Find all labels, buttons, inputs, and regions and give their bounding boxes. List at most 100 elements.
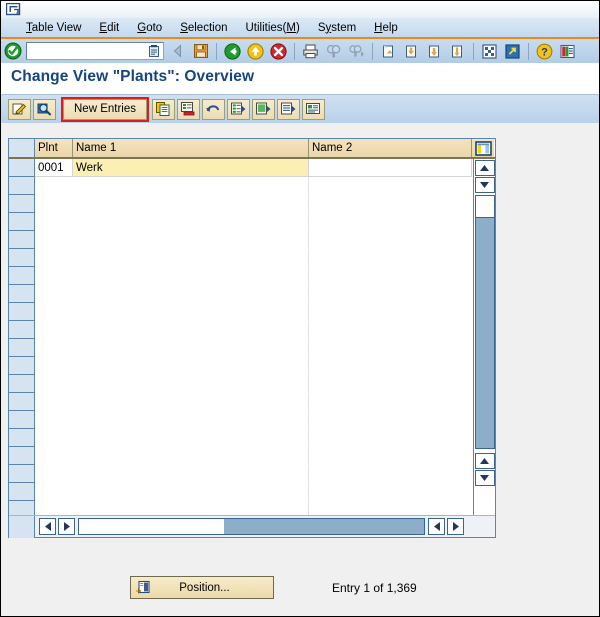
deselect-all-icon[interactable]: [252, 98, 275, 120]
row-selector[interactable]: [9, 501, 35, 515]
cell-name1-empty[interactable]: [73, 249, 309, 267]
cancel-red-icon[interactable]: [268, 41, 289, 61]
table-row-empty[interactable]: [9, 213, 495, 231]
command-field[interactable]: [26, 42, 164, 60]
menu-item-system[interactable]: System: [309, 21, 365, 35]
command-input[interactable]: [27, 43, 145, 59]
horizontal-scrollbar[interactable]: [9, 515, 495, 538]
table-row-empty[interactable]: [9, 501, 495, 515]
row-selector[interactable]: [9, 285, 35, 303]
cell-name2-empty[interactable]: [309, 285, 472, 303]
cell-name2-empty[interactable]: [309, 321, 472, 339]
back-green-icon[interactable]: [222, 41, 243, 61]
cell-name2[interactable]: [309, 159, 472, 177]
cell-name2-empty[interactable]: [309, 249, 472, 267]
cell-plnt-empty[interactable]: [35, 267, 73, 285]
cell-plnt-empty[interactable]: [35, 321, 73, 339]
table-row-empty[interactable]: [9, 285, 495, 303]
magnifier-select-icon[interactable]: [33, 98, 56, 120]
exit-yellow-icon[interactable]: [245, 41, 266, 61]
menu-item-utilities[interactable]: Utilities(M): [237, 21, 309, 35]
cell-plnt-empty[interactable]: [35, 393, 73, 411]
cell-name1-empty[interactable]: [73, 501, 309, 515]
horizontal-scroll-track[interactable]: [78, 518, 425, 535]
scroll-track-upper[interactable]: [474, 195, 495, 217]
cell-name1-empty[interactable]: [73, 465, 309, 483]
cell-name1-empty[interactable]: [73, 447, 309, 465]
cell-name2-empty[interactable]: [309, 303, 472, 321]
cell-plnt-empty[interactable]: [35, 465, 73, 483]
cell-name2-empty[interactable]: [309, 411, 472, 429]
delete-row-icon[interactable]: [177, 98, 200, 120]
cell-name2-empty[interactable]: [309, 339, 472, 357]
table-row-empty[interactable]: [9, 195, 495, 213]
command-history-icon[interactable]: [147, 44, 161, 58]
cell-plnt-empty[interactable]: [35, 429, 73, 447]
details-pencil-icon[interactable]: [8, 98, 31, 120]
table-row[interactable]: 0001 Werk: [9, 159, 495, 177]
cell-plnt-empty[interactable]: [35, 249, 73, 267]
row-selector[interactable]: [9, 339, 35, 357]
cell-name1-empty[interactable]: [73, 429, 309, 447]
cell-plnt[interactable]: 0001: [35, 159, 73, 177]
display-variant-icon[interactable]: [302, 98, 325, 120]
row-selector[interactable]: [9, 195, 35, 213]
menu-item-goto[interactable]: Goto: [128, 21, 171, 35]
find-icon[interactable]: [323, 41, 344, 61]
row-selector[interactable]: [9, 357, 35, 375]
cell-name1-empty[interactable]: [73, 483, 309, 501]
cell-name2-empty[interactable]: [309, 465, 472, 483]
menu-item-edit[interactable]: Edit: [90, 21, 128, 35]
cell-plnt-empty[interactable]: [35, 231, 73, 249]
page-down-icon[interactable]: [474, 470, 495, 486]
menu-item-help[interactable]: Help: [365, 21, 407, 35]
previous-page-icon[interactable]: [401, 41, 422, 61]
table-row-empty[interactable]: [9, 447, 495, 465]
select-block-icon[interactable]: [277, 98, 300, 120]
row-selector[interactable]: [9, 267, 35, 285]
table-row-empty[interactable]: [9, 393, 495, 411]
cell-plnt-empty[interactable]: [35, 177, 73, 195]
cell-name1-empty[interactable]: [73, 267, 309, 285]
print-icon[interactable]: [300, 41, 321, 61]
copy-as-icon[interactable]: [152, 98, 175, 120]
table-row-empty[interactable]: [9, 231, 495, 249]
cell-name2-empty[interactable]: [309, 177, 472, 195]
cell-name1-empty[interactable]: [73, 411, 309, 429]
green-check-enter-icon[interactable]: [2, 41, 23, 61]
cell-name2-empty[interactable]: [309, 501, 472, 515]
row-selector[interactable]: [9, 249, 35, 267]
table-row-empty[interactable]: [9, 177, 495, 195]
cell-name1-empty[interactable]: [73, 303, 309, 321]
table-row-empty[interactable]: [9, 411, 495, 429]
cell-plnt-empty[interactable]: [35, 501, 73, 515]
help-icon[interactable]: ?: [534, 41, 555, 61]
menu-item-selection[interactable]: Selection: [171, 21, 236, 35]
find-next-icon[interactable]: [346, 41, 367, 61]
table-row-empty[interactable]: [9, 375, 495, 393]
cell-name1-empty[interactable]: [73, 321, 309, 339]
cell-name2-empty[interactable]: [309, 195, 472, 213]
cell-name1-empty[interactable]: [73, 195, 309, 213]
cell-name2-empty[interactable]: [309, 393, 472, 411]
cell-name1-empty[interactable]: [73, 375, 309, 393]
cell-name2-empty[interactable]: [309, 231, 472, 249]
row-selector[interactable]: [9, 447, 35, 465]
undo-icon[interactable]: [202, 98, 225, 120]
table-row-empty[interactable]: [9, 249, 495, 267]
cell-name2-empty[interactable]: [309, 357, 472, 375]
cell-name2-empty[interactable]: [309, 267, 472, 285]
position-button[interactable]: Position...: [130, 576, 274, 599]
cell-name2-empty[interactable]: [309, 447, 472, 465]
table-row-empty[interactable]: [9, 429, 495, 447]
row-selector[interactable]: [9, 159, 35, 177]
create-shortcut-icon[interactable]: [502, 41, 523, 61]
column-header-plnt[interactable]: Plnt: [35, 139, 73, 157]
row-selector[interactable]: [9, 429, 35, 447]
page-up-icon[interactable]: [474, 453, 495, 469]
scroll-left-step-icon[interactable]: [428, 518, 445, 535]
cell-name1-empty[interactable]: [73, 339, 309, 357]
row-selector[interactable]: [9, 303, 35, 321]
table-row-empty[interactable]: [9, 339, 495, 357]
cell-name1-empty[interactable]: [73, 393, 309, 411]
